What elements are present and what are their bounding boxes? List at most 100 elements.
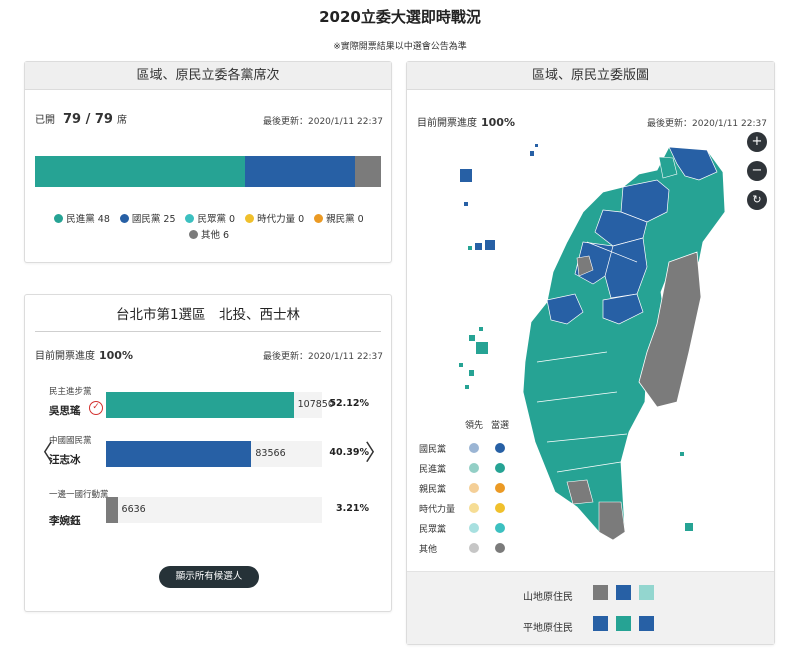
legend-elected-header: 當選 bbox=[491, 421, 510, 431]
vote-bar-fill bbox=[106, 392, 294, 418]
penghu-district[interactable] bbox=[469, 370, 474, 376]
penghu-district[interactable] bbox=[459, 363, 463, 367]
penghu-district[interactable] bbox=[465, 385, 469, 389]
leading-color-dot bbox=[469, 503, 479, 513]
map-legend-label: 民眾黨 bbox=[419, 525, 447, 535]
plains-seat-square[interactable] bbox=[593, 616, 608, 631]
map-legend-label: 親民黨 bbox=[419, 485, 447, 495]
islet[interactable] bbox=[468, 246, 472, 250]
district-updated-time: 最後更新：2020/1/11 22:37 bbox=[263, 352, 383, 362]
seat-share-bar bbox=[35, 156, 381, 187]
map-legend-row: 民進黨 bbox=[419, 462, 539, 476]
mountain-seat-square[interactable] bbox=[639, 585, 654, 600]
mountain-aboriginal-label: 山地原住民 bbox=[523, 592, 573, 603]
legend-leading-header: 領先 bbox=[465, 421, 484, 431]
party-seats-panel: 區域、原民立委各黨席次 已開 79 / 79 席 最後更新：2020/1/11 22… bbox=[24, 61, 392, 263]
vote-count: 6636 bbox=[121, 504, 146, 515]
party-seats-header: 區域、原民立委各黨席次 bbox=[25, 62, 391, 90]
map-legend-row: 其他 bbox=[419, 542, 539, 556]
leading-color-dot bbox=[469, 483, 479, 493]
map-legend-row: 國民黨 bbox=[419, 442, 539, 456]
map-legend-label: 時代力量 bbox=[419, 505, 456, 515]
candidate-name: 李婉鈺 bbox=[49, 515, 81, 527]
page-title: 2020立委大選即時戰況 bbox=[319, 8, 481, 26]
seat-map-panel: 區域、原民立委版圖 目前開票進度 100% 最後更新：2020/1/11 22:3… bbox=[406, 61, 775, 645]
party-legend-label: 國民黨 25 bbox=[131, 214, 176, 225]
plains-aboriginal-row: 平地原住民 bbox=[523, 616, 654, 634]
mountain-seat-square[interactable] bbox=[593, 585, 608, 600]
islet[interactable] bbox=[485, 240, 495, 250]
party-legend-label: 民進黨 48 bbox=[66, 214, 110, 225]
elected-color-dot bbox=[495, 463, 505, 473]
elected-color-dot bbox=[495, 543, 505, 553]
islet[interactable] bbox=[475, 243, 482, 250]
mountain-aboriginal-row: 山地原住民 bbox=[523, 585, 654, 603]
show-all-candidates-button[interactable]: 顯示所有候選人 bbox=[159, 566, 259, 588]
zoom-out-button[interactable]: − bbox=[747, 161, 767, 181]
party-color-dot bbox=[188, 230, 198, 239]
map-legend-label: 民進黨 bbox=[419, 465, 447, 475]
party-color-dot bbox=[245, 214, 255, 223]
elected-color-dot bbox=[495, 483, 505, 493]
candidate-row: 中國國民黨 汪志冰 83566 40.39% bbox=[49, 436, 369, 468]
seat-bar-segment bbox=[245, 156, 355, 187]
party-color-dot bbox=[119, 214, 129, 223]
party-legend-item: 親民黨 0 bbox=[314, 212, 364, 228]
candidate-name: 汪志冰 bbox=[49, 454, 81, 466]
party-color-dot bbox=[314, 214, 324, 223]
party-legend-label: 民眾黨 0 bbox=[197, 214, 236, 225]
aboriginal-seats-footer: 山地原住民 平地原住民 bbox=[407, 571, 774, 644]
leading-color-dot bbox=[469, 543, 479, 553]
plains-seat-square[interactable] bbox=[616, 616, 631, 631]
disclaimer-note: ※實際開票結果以中選會公告為準 bbox=[333, 42, 467, 52]
progress-value: 100% bbox=[99, 349, 133, 362]
plains-aboriginal-label: 平地原住民 bbox=[523, 623, 573, 634]
kinmen-district[interactable] bbox=[460, 169, 472, 182]
elected-color-dot bbox=[495, 503, 505, 513]
reset-view-button[interactable]: ↻ bbox=[747, 190, 767, 210]
seat-bar-segment bbox=[354, 156, 381, 187]
opened-value: 79 / 79 bbox=[63, 112, 113, 127]
party-legend-item: 時代力量 0 bbox=[245, 212, 304, 228]
penghu-district[interactable] bbox=[476, 342, 488, 354]
vote-bar: 107850 bbox=[106, 392, 334, 418]
mountain-seat-square[interactable] bbox=[616, 585, 631, 600]
penghu-district[interactable] bbox=[469, 335, 475, 341]
vote-bar-fill bbox=[106, 497, 118, 523]
opened-label: 已開 bbox=[35, 115, 55, 126]
vote-percent: 40.39% bbox=[329, 447, 369, 458]
map-legend-label: 國民黨 bbox=[419, 445, 447, 455]
elected-color-dot bbox=[495, 443, 505, 453]
elected-color-dot bbox=[495, 523, 505, 533]
candidate-party: 中國國民黨 bbox=[49, 436, 92, 446]
orchid-island[interactable] bbox=[685, 523, 693, 531]
vote-bar: 6636 bbox=[106, 497, 322, 523]
seats-opened: 已開 79 / 79 席 bbox=[35, 111, 127, 127]
green-island[interactable] bbox=[680, 452, 684, 456]
elected-icon: ✓ bbox=[89, 401, 103, 415]
matsu-island[interactable] bbox=[530, 151, 534, 156]
matsu-island[interactable] bbox=[535, 144, 538, 147]
party-legend-label: 時代力量 0 bbox=[257, 214, 305, 225]
map-legend-row: 民眾黨 bbox=[419, 522, 539, 536]
seat-bar-segment bbox=[35, 156, 246, 187]
party-legend-label: 親民黨 0 bbox=[326, 214, 364, 225]
vote-percent: 3.21% bbox=[336, 503, 369, 514]
leading-color-dot bbox=[469, 443, 479, 453]
penghu-district[interactable] bbox=[479, 327, 483, 331]
map-legend-label: 其他 bbox=[419, 545, 438, 555]
candidate-row: 民主進步黨 吳思瑤 ✓ 107850 52.12% bbox=[49, 387, 369, 419]
candidate-party: 一邊一國行動黨 bbox=[49, 490, 109, 500]
district-title: 台北市第1選區 北投、西士林 bbox=[35, 303, 381, 332]
vote-bar: 83566 bbox=[106, 441, 322, 467]
seats-updated-time: 最後更新：2020/1/11 22:37 bbox=[263, 117, 383, 127]
leading-color-dot bbox=[469, 523, 479, 533]
party-legend-item: 民眾黨 0 bbox=[185, 212, 235, 228]
other-district-south[interactable] bbox=[598, 501, 626, 541]
islet[interactable] bbox=[464, 202, 468, 206]
party-legend: 民進黨 48 國民黨 25 民眾黨 0 時代力量 0 親民黨 0 其他 6 bbox=[39, 212, 379, 244]
zoom-in-button[interactable]: + bbox=[747, 132, 767, 152]
party-color-dot bbox=[54, 214, 64, 223]
plains-seat-square[interactable] bbox=[639, 616, 654, 631]
map-legend-row: 親民黨 bbox=[419, 482, 539, 496]
